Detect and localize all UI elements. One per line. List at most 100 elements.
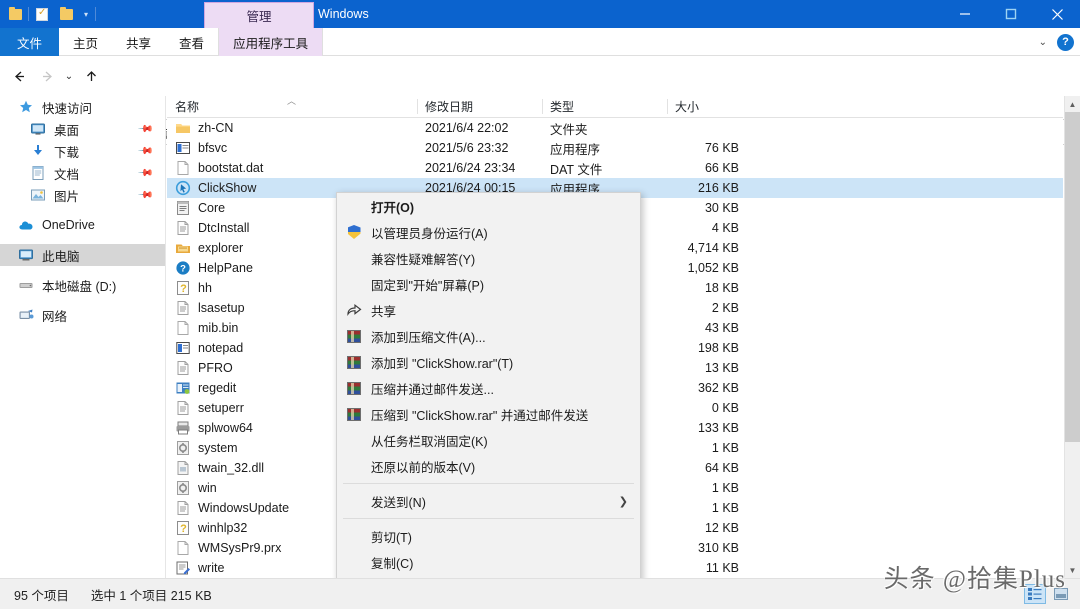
contextual-tab-manage[interactable]: 管理 bbox=[204, 2, 314, 28]
pin-icon[interactable]: 📌 bbox=[136, 121, 153, 138]
file-name-cell[interactable]: zh-CN bbox=[167, 120, 417, 136]
scrollbar-thumb[interactable] bbox=[1065, 112, 1080, 442]
sidebar-item-3[interactable]: 文档 📌 bbox=[0, 162, 165, 184]
details-view-icon[interactable] bbox=[1024, 584, 1046, 604]
maximize-button[interactable] bbox=[988, 0, 1034, 28]
context-menu-item[interactable]: 从任务栏取消固定(K) bbox=[337, 427, 640, 453]
exe-icon bbox=[175, 140, 191, 156]
file-name-label: splwow64 bbox=[198, 421, 253, 435]
drive-icon bbox=[19, 283, 33, 288]
tab-file[interactable]: 文件 bbox=[0, 28, 60, 56]
tab-home-label: 主页 bbox=[73, 36, 99, 51]
file-size-cell: 12 KB bbox=[704, 521, 739, 535]
documents-icon bbox=[32, 166, 44, 180]
column-header-type[interactable]: 类型 bbox=[542, 96, 667, 118]
qat-customize-dropdown[interactable]: ▾ bbox=[79, 2, 93, 26]
recent-locations-button[interactable]: ⌄ bbox=[58, 65, 80, 87]
column-header-name-label: 名称 bbox=[175, 100, 200, 114]
context-menu-item-label: 从任务栏取消固定(K) bbox=[371, 434, 488, 449]
qat-properties-button[interactable] bbox=[31, 2, 53, 26]
help-icon[interactable]: ? bbox=[1057, 33, 1074, 51]
context-menu-item[interactable]: 共享 bbox=[337, 297, 640, 323]
sidebar-item-label: 文档 bbox=[54, 167, 80, 182]
scroll-down-arrow-icon[interactable]: ▼ bbox=[1065, 562, 1080, 578]
explorer-icon bbox=[175, 240, 191, 256]
system-icon bbox=[175, 480, 191, 496]
sidebar-item-8[interactable]: 网络 bbox=[0, 304, 165, 326]
sidebar-item-2[interactable]: 下载 📌 bbox=[0, 140, 165, 162]
file-name-label: PFRO bbox=[198, 361, 233, 375]
file-size-cell: 43 KB bbox=[704, 321, 739, 335]
sidebar-item-7[interactable]: 本地磁盘 (D:) bbox=[0, 274, 165, 296]
network-icon bbox=[19, 309, 34, 319]
onedrive-cloud-icon bbox=[18, 217, 34, 233]
context-menu-item[interactable]: 添加到 "ClickShow.rar"(T) bbox=[337, 349, 640, 375]
chevron-up-icon[interactable]: ⌄ bbox=[1039, 37, 1047, 48]
context-menu-item[interactable]: 打开(O) bbox=[337, 193, 640, 219]
column-header-name[interactable]: 名称 ︿ bbox=[167, 96, 417, 118]
minimize-button[interactable] bbox=[942, 0, 988, 28]
pin-icon[interactable]: 📌 bbox=[136, 143, 153, 160]
file-name-cell[interactable]: bootstat.dat bbox=[167, 160, 417, 176]
printer-icon bbox=[176, 421, 190, 435]
text-icon bbox=[175, 360, 191, 376]
file-icon bbox=[175, 160, 191, 176]
text-icon bbox=[177, 401, 189, 415]
context-menu-item[interactable]: 剪切(T) bbox=[337, 523, 640, 549]
sidebar-item-5[interactable]: OneDrive bbox=[0, 214, 165, 236]
up-button[interactable] bbox=[80, 65, 102, 87]
table-row[interactable]: bfsvc 2021/5/6 23:32 应用程序 76 KB bbox=[167, 138, 1063, 158]
tab-view[interactable]: 查看 bbox=[165, 28, 218, 56]
context-menu-item[interactable]: 还原以前的版本(V) bbox=[337, 453, 640, 479]
window-title: Windows bbox=[318, 0, 369, 28]
qat-new-folder-button[interactable] bbox=[55, 2, 77, 26]
context-menu-item[interactable]: 发送到(N) ❯ bbox=[337, 488, 640, 514]
dll-icon bbox=[175, 460, 191, 476]
tab-share[interactable]: 共享 bbox=[112, 28, 165, 56]
system-icon bbox=[175, 440, 191, 456]
qat-divider-2 bbox=[95, 7, 96, 21]
file-name-label: bfsvc bbox=[198, 141, 228, 155]
context-menu-item[interactable]: 添加到压缩文件(A)... bbox=[337, 323, 640, 349]
large-icons-view-icon[interactable] bbox=[1050, 584, 1072, 604]
file-name-cell[interactable]: bfsvc bbox=[167, 140, 417, 156]
text-icon bbox=[175, 400, 191, 416]
shield-icon bbox=[347, 225, 361, 239]
sidebar-item-label: 快速访问 bbox=[42, 101, 93, 116]
sidebar-item-4[interactable]: 图片 📌 bbox=[0, 184, 165, 206]
file-size-cell: 1 KB bbox=[711, 501, 739, 515]
pin-icon[interactable]: 📌 bbox=[136, 187, 153, 204]
context-menu-item[interactable]: 压缩并通过邮件发送... bbox=[337, 375, 640, 401]
rar-icon bbox=[345, 407, 363, 421]
hh-icon: ? bbox=[177, 281, 189, 295]
table-row[interactable]: bootstat.dat 2021/6/24 23:34 DAT 文件 66 KB bbox=[167, 158, 1063, 178]
sidebar-item-0[interactable]: 快速访问 bbox=[0, 96, 165, 118]
file-date-cell: 2021/5/6 23:32 bbox=[425, 141, 509, 155]
onedrive-cloud-icon bbox=[19, 221, 33, 230]
context-menu-item[interactable]: 复制(C) bbox=[337, 549, 640, 575]
column-header-date[interactable]: 修改日期 bbox=[417, 96, 542, 118]
column-header-size[interactable]: 大小 bbox=[667, 96, 747, 118]
forward-button[interactable] bbox=[36, 65, 58, 87]
tab-home[interactable]: 主页 bbox=[59, 28, 112, 56]
back-button[interactable] bbox=[8, 65, 30, 87]
scroll-up-arrow-icon[interactable]: ▲ bbox=[1065, 96, 1080, 112]
sidebar-item-6[interactable]: 此电脑 bbox=[0, 244, 165, 266]
qat-folder-button[interactable] bbox=[4, 2, 26, 26]
context-menu-item[interactable]: 固定到"开始"屏幕(P) bbox=[337, 271, 640, 297]
star-icon bbox=[20, 100, 32, 113]
context-menu-item[interactable]: 压缩到 "ClickShow.rar" 并通过邮件发送 bbox=[337, 401, 640, 427]
file-size-cell: 1 KB bbox=[711, 481, 739, 495]
pin-icon[interactable]: 📌 bbox=[136, 165, 153, 182]
vertical-scrollbar[interactable]: ▲ ▼ bbox=[1064, 96, 1080, 578]
table-row[interactable]: zh-CN 2021/6/4 22:02 文件夹 bbox=[167, 118, 1063, 138]
tab-application-tools[interactable]: 应用程序工具 bbox=[218, 28, 324, 56]
close-button[interactable] bbox=[1034, 0, 1080, 28]
sidebar-item-1[interactable]: 桌面 📌 bbox=[0, 118, 165, 140]
file-name-label: WindowsUpdate bbox=[198, 501, 290, 515]
context-menu-item[interactable]: 兼容性疑难解答(Y) bbox=[337, 245, 640, 271]
exe-icon bbox=[176, 142, 190, 154]
file-type-cell: 应用程序 bbox=[550, 142, 601, 157]
context-menu-item[interactable]: 以管理员身份运行(A) bbox=[337, 219, 640, 245]
